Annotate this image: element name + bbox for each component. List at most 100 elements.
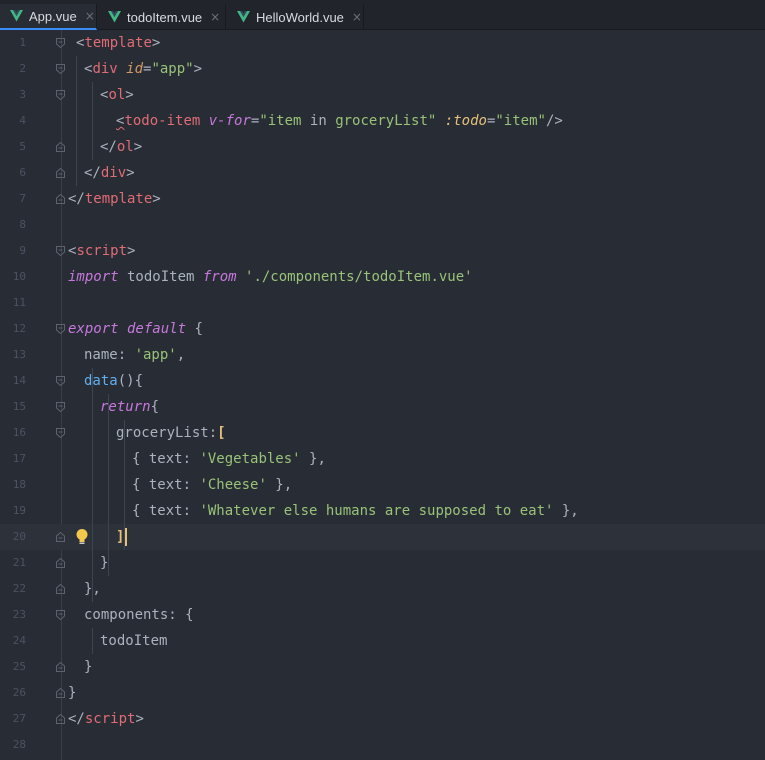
- fold-toggle-icon[interactable]: [56, 402, 65, 412]
- line-number: 11: [12, 296, 26, 309]
- line-number: 3: [19, 88, 26, 101]
- code-line[interactable]: 6 </div>: [0, 160, 765, 186]
- fold-toggle-icon[interactable]: [56, 376, 65, 386]
- fold-toggle-icon[interactable]: [56, 324, 65, 334]
- fold-toggle-icon[interactable]: [56, 584, 65, 594]
- tab-app-vue[interactable]: App.vue ×: [0, 4, 97, 30]
- fold-toggle-icon[interactable]: [56, 142, 65, 152]
- indent-guide: [108, 394, 109, 576]
- line-number: 18: [12, 478, 26, 491]
- fold-toggle-icon[interactable]: [56, 532, 65, 542]
- code-token: todo-item: [124, 113, 209, 129]
- fold-toggle-icon[interactable]: [56, 90, 65, 100]
- code-token: ,: [176, 347, 186, 363]
- code-text: groceryList:[: [116, 420, 226, 446]
- code-token: :: [182, 503, 200, 519]
- tab-helloworld-vue[interactable]: HelloWorld.vue ×: [227, 4, 364, 30]
- code-token: template: [84, 191, 153, 207]
- fold-toggle-icon[interactable]: [56, 194, 65, 204]
- code-line[interactable]: 27 </script>: [0, 706, 765, 732]
- line-number: 22: [12, 582, 26, 595]
- line-number: 5: [19, 140, 26, 153]
- code-token: script: [76, 243, 128, 259]
- close-icon[interactable]: ×: [352, 10, 362, 24]
- code-token: text: [148, 451, 183, 467]
- code-line[interactable]: 1 <template>: [0, 30, 765, 56]
- fold-toggle-icon[interactable]: [56, 168, 65, 178]
- code-token: >: [151, 35, 161, 51]
- fold-toggle-icon[interactable]: [56, 714, 65, 724]
- line-number: 27: [12, 712, 26, 725]
- line-number: 4: [19, 114, 26, 127]
- line-number: 10: [12, 270, 26, 283]
- code-text: export default {: [68, 316, 203, 342]
- fold-toggle-icon[interactable]: [56, 662, 65, 672]
- code-token: >: [127, 243, 136, 259]
- fold-toggle-icon[interactable]: [56, 38, 65, 48]
- line-number: 8: [19, 218, 26, 231]
- code-token: text: [148, 503, 183, 519]
- code-token: "item: [259, 113, 310, 129]
- code-line[interactable]: 18 { text: 'Cheese' },: [0, 472, 765, 498]
- fold-toggle-icon[interactable]: [56, 64, 65, 74]
- vue-logo-icon: [108, 11, 121, 23]
- tab-label: todoItem.vue: [127, 9, 203, 25]
- code-editor[interactable]: 1 <template> 2 <div id="app"> 3 <ol> 4 <todo-it…: [0, 30, 765, 760]
- code-line[interactable]: 14 data(){: [0, 368, 765, 394]
- indent-guide: [92, 82, 93, 160]
- code-line[interactable]: 5 </ol>: [0, 134, 765, 160]
- code-line[interactable]: 15 return{: [0, 394, 765, 420]
- fold-toggle-icon[interactable]: [56, 610, 65, 620]
- fold-toggle-icon[interactable]: [56, 558, 65, 568]
- code-line[interactable]: 25}: [0, 654, 765, 680]
- fold-toggle-icon[interactable]: [56, 428, 65, 438]
- code-text: { text: 'Cheese' },: [132, 472, 292, 498]
- code-text: </script>: [68, 706, 144, 732]
- code-token: div: [92, 61, 127, 77]
- code-line[interactable]: 4 <todo-item v-for="item in groceryList" …: [0, 108, 765, 134]
- code-token: >: [193, 61, 203, 77]
- code-line[interactable]: 11: [0, 290, 765, 316]
- code-line[interactable]: 23 components: {: [0, 602, 765, 628]
- code-token: {: [132, 477, 149, 493]
- close-icon[interactable]: ×: [210, 10, 220, 24]
- fold-toggle-icon[interactable]: [56, 246, 65, 256]
- line-number: 12: [12, 322, 26, 335]
- code-line[interactable]: 7 </template>: [0, 186, 765, 212]
- code-text: name: 'app',: [84, 342, 185, 368]
- code-line[interactable]: 26}: [0, 680, 765, 706]
- code-line[interactable]: 22},: [0, 576, 765, 602]
- code-line[interactable]: 21}: [0, 550, 765, 576]
- code-line[interactable]: 17 { text: 'Vegetables' },: [0, 446, 765, 472]
- code-line[interactable]: 13 name: 'app',: [0, 342, 765, 368]
- code-line[interactable]: 28: [0, 732, 765, 758]
- code-line[interactable]: 24 todoItem: [0, 628, 765, 654]
- code-line[interactable]: 8: [0, 212, 765, 238]
- code-line[interactable]: 12 export default {: [0, 316, 765, 342]
- code-token: :: [117, 347, 135, 363]
- editor-tab-bar: App.vue × todoItem.vue × HelloWorld.vue …: [0, 0, 765, 30]
- intention-bulb-icon[interactable]: [75, 528, 89, 546]
- code-token: {: [150, 399, 160, 415]
- tab-todoitem-vue[interactable]: todoItem.vue ×: [98, 4, 226, 30]
- code-line[interactable]: 16 groceryList:[: [0, 420, 765, 446]
- fold-toggle-icon[interactable]: [56, 688, 65, 698]
- tab-label: App.vue: [29, 8, 77, 24]
- code-token: </: [100, 139, 117, 155]
- code-token: 'app': [134, 347, 177, 363]
- line-number: 14: [12, 374, 26, 387]
- close-icon[interactable]: ×: [85, 9, 95, 23]
- code-token: >: [126, 165, 135, 181]
- code-line[interactable]: 20]: [0, 524, 765, 550]
- code-line[interactable]: 3 <ol>: [0, 82, 765, 108]
- code-token: './components/todoItem.vue': [236, 269, 473, 285]
- code-line[interactable]: 2 <div id="app">: [0, 56, 765, 82]
- code-token: id: [126, 61, 144, 77]
- code-token: :: [182, 451, 200, 467]
- code-line[interactable]: 10 import todoItem from './components/tod…: [0, 264, 765, 290]
- code-line[interactable]: 19 { text: 'Whatever else humans are supp…: [0, 498, 765, 524]
- code-text: <ol>: [100, 82, 134, 108]
- code-line[interactable]: 9 <script>: [0, 238, 765, 264]
- indent-guide: [124, 420, 125, 550]
- line-number: 26: [12, 686, 26, 699]
